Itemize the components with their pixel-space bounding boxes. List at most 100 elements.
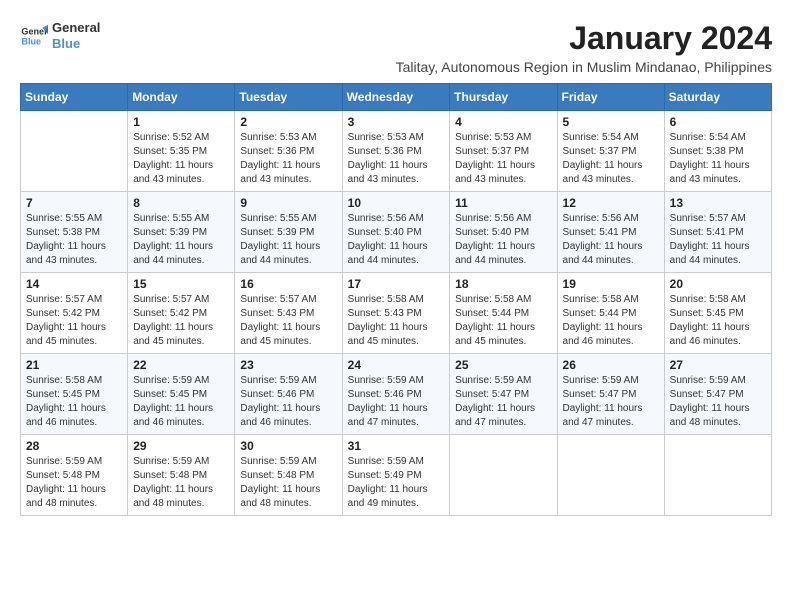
calendar-day-header: Tuesday <box>235 84 342 111</box>
day-info: Sunrise: 5:59 AM Sunset: 5:48 PM Dayligh… <box>240 455 336 511</box>
day-info: Sunrise: 5:56 AM Sunset: 5:41 PM Dayligh… <box>563 212 659 268</box>
calendar-cell: 17 Sunrise: 5:58 AM Sunset: 5:43 PM Dayli… <box>342 273 450 354</box>
calendar-day-header: Saturday <box>664 84 771 111</box>
logo-text-line1: General <box>52 20 100 36</box>
calendar-week-row: 14 Sunrise: 5:57 AM Sunset: 5:42 PM Dayli… <box>21 273 772 354</box>
calendar-day-header: Thursday <box>450 84 557 111</box>
day-number: 5 <box>563 115 659 129</box>
day-info: Sunrise: 5:58 AM Sunset: 5:45 PM Dayligh… <box>26 374 122 430</box>
page-header: General Blue General Blue January 2024 T… <box>20 20 772 75</box>
calendar-cell: 31 Sunrise: 5:59 AM Sunset: 5:49 PM Dayli… <box>342 435 450 516</box>
calendar-cell <box>557 435 664 516</box>
day-number: 22 <box>133 358 229 372</box>
calendar-cell: 9Sunrise: 5:55 AM Sunset: 5:39 PM Daylig… <box>235 192 342 273</box>
calendar-cell: 6 Sunrise: 5:54 AM Sunset: 5:38 PM Daylig… <box>664 111 771 192</box>
day-info: Sunrise: 5:59 AM Sunset: 5:46 PM Dayligh… <box>348 374 445 430</box>
calendar-cell: 12 Sunrise: 5:56 AM Sunset: 5:41 PM Dayli… <box>557 192 664 273</box>
day-number: 28 <box>26 439 122 453</box>
calendar-cell: 25Sunrise: 5:59 AM Sunset: 5:47 PM Dayli… <box>450 354 557 435</box>
calendar-cell: 5 Sunrise: 5:54 AM Sunset: 5:37 PM Daylig… <box>557 111 664 192</box>
day-info: Sunrise: 5:59 AM Sunset: 5:47 PM Dayligh… <box>455 374 551 430</box>
day-info: Sunrise: 5:56 AM Sunset: 5:40 PM Dayligh… <box>455 212 551 268</box>
calendar-cell: 20 Sunrise: 5:58 AM Sunset: 5:45 PM Dayli… <box>664 273 771 354</box>
day-info: Sunrise: 5:58 AM Sunset: 5:43 PM Dayligh… <box>348 293 445 349</box>
day-number: 26 <box>563 358 659 372</box>
calendar-cell <box>664 435 771 516</box>
day-number: 21 <box>26 358 122 372</box>
day-info: Sunrise: 5:59 AM Sunset: 5:48 PM Dayligh… <box>26 455 122 511</box>
day-info: Sunrise: 5:57 AM Sunset: 5:42 PM Dayligh… <box>133 293 229 349</box>
day-number: 30 <box>240 439 336 453</box>
day-info: Sunrise: 5:57 AM Sunset: 5:41 PM Dayligh… <box>670 212 766 268</box>
svg-text:Blue: Blue <box>21 36 41 46</box>
calendar-cell: 2 Sunrise: 5:53 AM Sunset: 5:36 PM Daylig… <box>235 111 342 192</box>
calendar-cell: 26 Sunrise: 5:59 AM Sunset: 5:47 PM Dayli… <box>557 354 664 435</box>
day-info: Sunrise: 5:57 AM Sunset: 5:42 PM Dayligh… <box>26 293 122 349</box>
day-number: 23 <box>240 358 336 372</box>
calendar-table: SundayMondayTuesdayWednesdayThursdayFrid… <box>20 83 772 516</box>
calendar-cell: 4Sunrise: 5:53 AM Sunset: 5:37 PM Daylig… <box>450 111 557 192</box>
day-number: 16 <box>240 277 336 291</box>
day-number: 29 <box>133 439 229 453</box>
title-block: January 2024 Talitay, Autonomous Region … <box>396 20 772 75</box>
day-number: 1 <box>133 115 229 129</box>
calendar-cell: 24Sunrise: 5:59 AM Sunset: 5:46 PM Dayli… <box>342 354 450 435</box>
day-number: 6 <box>670 115 766 129</box>
day-info: Sunrise: 5:59 AM Sunset: 5:47 PM Dayligh… <box>563 374 659 430</box>
day-info: Sunrise: 5:59 AM Sunset: 5:46 PM Dayligh… <box>240 374 336 430</box>
calendar-header-row: SundayMondayTuesdayWednesdayThursdayFrid… <box>21 84 772 111</box>
day-number: 18 <box>455 277 551 291</box>
day-number: 14 <box>26 277 122 291</box>
day-number: 15 <box>133 277 229 291</box>
calendar-week-row: 1Sunrise: 5:52 AM Sunset: 5:35 PM Daylig… <box>21 111 772 192</box>
day-info: Sunrise: 5:59 AM Sunset: 5:45 PM Dayligh… <box>133 374 229 430</box>
main-title: January 2024 <box>396 20 772 57</box>
day-info: Sunrise: 5:54 AM Sunset: 5:38 PM Dayligh… <box>670 131 766 187</box>
calendar-cell: 3 Sunrise: 5:53 AM Sunset: 5:36 PM Daylig… <box>342 111 450 192</box>
day-info: Sunrise: 5:55 AM Sunset: 5:39 PM Dayligh… <box>133 212 229 268</box>
day-info: Sunrise: 5:58 AM Sunset: 5:45 PM Dayligh… <box>670 293 766 349</box>
day-number: 17 <box>348 277 445 291</box>
calendar-cell: 13 Sunrise: 5:57 AM Sunset: 5:41 PM Dayli… <box>664 192 771 273</box>
day-number: 20 <box>670 277 766 291</box>
day-info: Sunrise: 5:54 AM Sunset: 5:37 PM Dayligh… <box>563 131 659 187</box>
logo: General Blue General Blue <box>20 20 100 51</box>
day-info: Sunrise: 5:58 AM Sunset: 5:44 PM Dayligh… <box>455 293 551 349</box>
subtitle: Talitay, Autonomous Region in Muslim Min… <box>396 59 772 75</box>
day-number: 9 <box>240 196 336 210</box>
day-number: 3 <box>348 115 445 129</box>
day-info: Sunrise: 5:53 AM Sunset: 5:36 PM Dayligh… <box>240 131 336 187</box>
calendar-week-row: 28 Sunrise: 5:59 AM Sunset: 5:48 PM Dayli… <box>21 435 772 516</box>
calendar-cell: 7Sunrise: 5:55 AM Sunset: 5:38 PM Daylig… <box>21 192 128 273</box>
day-number: 12 <box>563 196 659 210</box>
calendar-week-row: 21 Sunrise: 5:58 AM Sunset: 5:45 PM Dayli… <box>21 354 772 435</box>
day-info: Sunrise: 5:56 AM Sunset: 5:40 PM Dayligh… <box>348 212 445 268</box>
calendar-cell: 19Sunrise: 5:58 AM Sunset: 5:44 PM Dayli… <box>557 273 664 354</box>
calendar-week-row: 7Sunrise: 5:55 AM Sunset: 5:38 PM Daylig… <box>21 192 772 273</box>
calendar-cell: 28 Sunrise: 5:59 AM Sunset: 5:48 PM Dayli… <box>21 435 128 516</box>
calendar-day-header: Friday <box>557 84 664 111</box>
day-info: Sunrise: 5:59 AM Sunset: 5:48 PM Dayligh… <box>133 455 229 511</box>
calendar-cell: 21 Sunrise: 5:58 AM Sunset: 5:45 PM Dayli… <box>21 354 128 435</box>
calendar-day-header: Sunday <box>21 84 128 111</box>
day-number: 2 <box>240 115 336 129</box>
day-number: 7 <box>26 196 122 210</box>
calendar-cell: 22 Sunrise: 5:59 AM Sunset: 5:45 PM Dayli… <box>128 354 235 435</box>
calendar-cell: 23 Sunrise: 5:59 AM Sunset: 5:46 PM Dayli… <box>235 354 342 435</box>
day-number: 31 <box>348 439 445 453</box>
day-number: 27 <box>670 358 766 372</box>
day-info: Sunrise: 5:59 AM Sunset: 5:49 PM Dayligh… <box>348 455 445 511</box>
day-number: 13 <box>670 196 766 210</box>
day-number: 8 <box>133 196 229 210</box>
calendar-cell: 27 Sunrise: 5:59 AM Sunset: 5:47 PM Dayli… <box>664 354 771 435</box>
calendar-cell: 16 Sunrise: 5:57 AM Sunset: 5:43 PM Dayli… <box>235 273 342 354</box>
day-info: Sunrise: 5:59 AM Sunset: 5:47 PM Dayligh… <box>670 374 766 430</box>
logo-icon: General Blue <box>20 22 48 50</box>
calendar-cell: 30 Sunrise: 5:59 AM Sunset: 5:48 PM Dayli… <box>235 435 342 516</box>
day-info: Sunrise: 5:57 AM Sunset: 5:43 PM Dayligh… <box>240 293 336 349</box>
calendar-cell: 15 Sunrise: 5:57 AM Sunset: 5:42 PM Dayli… <box>128 273 235 354</box>
day-number: 4 <box>455 115 551 129</box>
day-info: Sunrise: 5:53 AM Sunset: 5:36 PM Dayligh… <box>348 131 445 187</box>
calendar-cell: 8 Sunrise: 5:55 AM Sunset: 5:39 PM Daylig… <box>128 192 235 273</box>
calendar-cell: 14 Sunrise: 5:57 AM Sunset: 5:42 PM Dayli… <box>21 273 128 354</box>
